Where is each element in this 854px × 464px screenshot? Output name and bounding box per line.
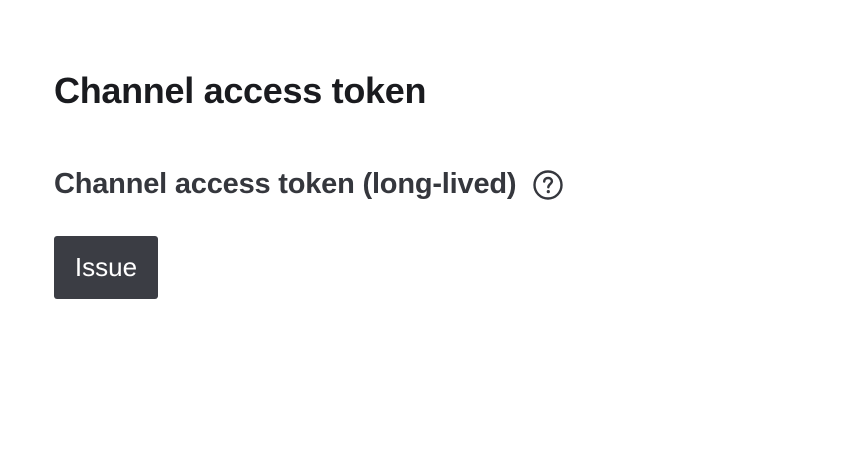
channel-access-token-panel: Channel access token Channel access toke… — [0, 0, 854, 464]
long-lived-token-header: Channel access token (long-lived) — [54, 168, 564, 201]
long-lived-token-label: Channel access token (long-lived) — [54, 168, 517, 200]
question-circle-icon[interactable] — [532, 169, 564, 201]
issue-button[interactable]: Issue — [54, 236, 158, 299]
section-title: Channel access token — [54, 70, 427, 111]
